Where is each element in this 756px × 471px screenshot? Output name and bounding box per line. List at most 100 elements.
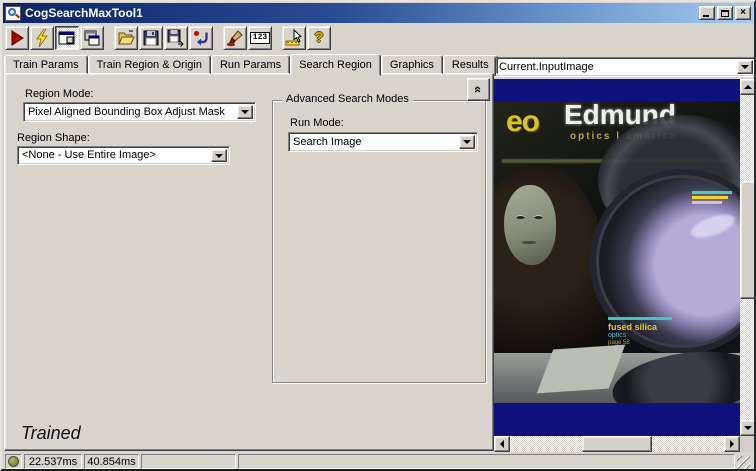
save-as-icon xyxy=(167,29,184,47)
advanced-search-modes-group: Advanced Search Modes Run Mode: Search I… xyxy=(272,93,486,383)
save-button[interactable] xyxy=(139,25,163,50)
save-as-button[interactable] xyxy=(164,25,188,50)
floating-window-icon xyxy=(84,30,100,45)
minimize-button[interactable] xyxy=(699,6,715,20)
scroll-left-button[interactable] xyxy=(494,436,510,452)
arrow-up-icon xyxy=(744,85,752,89)
promo-bar xyxy=(692,191,732,194)
region-shape-dropdown-button[interactable] xyxy=(211,149,227,162)
scrollbar-corner xyxy=(740,436,754,452)
scroll-down-button[interactable] xyxy=(740,420,754,436)
model-face-graphic xyxy=(504,185,556,265)
pointer-tool-icon xyxy=(285,28,303,45)
pointer-tool-button[interactable] xyxy=(282,25,306,50)
tab-search-region[interactable]: Search Region xyxy=(290,54,381,76)
horizontal-scroll-thumb[interactable] xyxy=(582,436,652,452)
image-window-toggle-button[interactable] xyxy=(55,25,79,50)
help-icon: ? xyxy=(314,29,324,46)
run-mode-select[interactable]: Search Image xyxy=(288,132,478,152)
maximize-button[interactable] xyxy=(717,6,733,20)
maximize-icon xyxy=(721,9,729,17)
cover-logo-text: eo xyxy=(506,105,540,138)
promo-bar xyxy=(692,196,728,199)
image-window-icon xyxy=(58,31,75,44)
paintbrush-icon xyxy=(226,29,243,46)
arrow-down-icon xyxy=(744,426,752,430)
numeric-123-icon: 123 xyxy=(249,31,271,44)
run-mode-label: Run Mode: xyxy=(290,117,344,129)
vertical-scrollbar[interactable] xyxy=(740,79,754,436)
advanced-search-modes-title: Advanced Search Modes xyxy=(282,93,413,105)
tab-results[interactable]: Results xyxy=(442,55,498,74)
input-image-select[interactable]: Current.InputImage xyxy=(494,57,754,77)
lightning-icon xyxy=(36,28,48,47)
status-led-icon xyxy=(8,456,19,467)
trained-status: Trained xyxy=(21,423,81,443)
tab-train-params[interactable]: Train Params xyxy=(4,55,88,74)
open-file-button[interactable] xyxy=(114,25,138,50)
chevron-up-double-icon: « xyxy=(470,85,486,94)
horizontal-scrollbar[interactable] xyxy=(494,436,740,452)
promo-title-text: fused silica xyxy=(608,322,658,332)
input-image-value: Current.InputImage xyxy=(499,61,594,73)
promo-block: fused silica optics page 58 xyxy=(608,317,672,347)
run-mode-value: Search Image xyxy=(293,136,362,148)
image-display: eo Edmund optics | america xyxy=(494,79,754,452)
region-shape-select[interactable]: <None - Use Entire Image> xyxy=(17,146,230,165)
vertical-scroll-thumb[interactable] xyxy=(740,181,754,299)
status-bar: 22.537ms 40.854ms xyxy=(4,453,752,469)
floating-window-button[interactable] xyxy=(80,25,104,50)
region-mode-value: Pixel Aligned Bounding Box Adjust Mask xyxy=(28,106,225,118)
region-mode-dropdown-button[interactable] xyxy=(237,105,253,119)
tab-graphics[interactable]: Graphics xyxy=(380,55,443,74)
run-button[interactable] xyxy=(5,25,29,50)
chevron-down-icon xyxy=(741,65,749,69)
promo-bar xyxy=(692,201,722,204)
open-folder-icon xyxy=(118,30,135,44)
region-mode-label: Region Mode: xyxy=(25,88,94,100)
close-button[interactable]: × xyxy=(735,6,751,20)
minimize-icon xyxy=(703,15,709,17)
scroll-up-button[interactable] xyxy=(740,79,754,95)
status-empty-panel xyxy=(238,454,735,469)
status-indicator-panel xyxy=(5,454,22,469)
run-icon xyxy=(11,29,24,46)
tab-strip: Train Params Train Region & Origin Run P… xyxy=(4,53,498,76)
chevron-down-icon xyxy=(463,140,471,144)
tab-run-params[interactable]: Run Params xyxy=(210,55,291,74)
magazine-cover-image: eo Edmund optics | america xyxy=(494,101,740,403)
help-button[interactable]: ? xyxy=(307,25,331,50)
region-shape-label: Region Shape: xyxy=(17,132,90,144)
status-time-1: 22.537ms xyxy=(24,454,82,469)
promo-sub-text: optics xyxy=(608,332,627,339)
title-bar: CogSearchMaxTool1 × xyxy=(3,3,753,23)
region-mode-select[interactable]: Pixel Aligned Bounding Box Adjust Mask xyxy=(23,102,256,122)
arrow-left-icon xyxy=(500,440,504,448)
run-mode-dropdown-button[interactable] xyxy=(459,135,475,149)
tab-train-region-origin[interactable]: Train Region & Origin xyxy=(87,55,211,74)
reset-icon xyxy=(194,30,208,45)
status-time-2: 40.854ms xyxy=(84,454,139,469)
electric-run-button[interactable] xyxy=(30,25,54,50)
cog-search-max-tool-window: CogSearchMaxTool1 × 123 ? Train Params T… xyxy=(0,0,756,471)
chevron-down-icon xyxy=(241,110,249,114)
image-panel: Current.InputImage eo Edmund optics | am… xyxy=(494,57,754,452)
magnifier-app-icon xyxy=(5,5,21,21)
window-title: CogSearchMaxTool1 xyxy=(25,6,143,20)
graphics-brush-button[interactable] xyxy=(223,25,247,50)
chevron-down-icon xyxy=(215,153,223,158)
input-image-dropdown-button[interactable] xyxy=(737,60,753,74)
toolbar: 123 ? xyxy=(3,24,753,51)
close-icon: × xyxy=(740,7,746,18)
status-empty-panel xyxy=(141,454,236,469)
scroll-right-button[interactable] xyxy=(724,436,740,452)
save-icon xyxy=(143,30,159,45)
reset-button[interactable] xyxy=(189,25,213,50)
collapse-panel-button[interactable]: « xyxy=(467,78,490,101)
resize-grip[interactable] xyxy=(737,456,750,469)
image-content: eo Edmund optics | america xyxy=(494,79,740,436)
search-region-tab-page: Region Mode: Pixel Aligned Bounding Box … xyxy=(4,73,494,451)
numeric-results-button[interactable]: 123 xyxy=(248,25,272,50)
arrow-right-icon xyxy=(730,440,734,448)
region-shape-value: <None - Use Entire Image> xyxy=(22,149,156,161)
